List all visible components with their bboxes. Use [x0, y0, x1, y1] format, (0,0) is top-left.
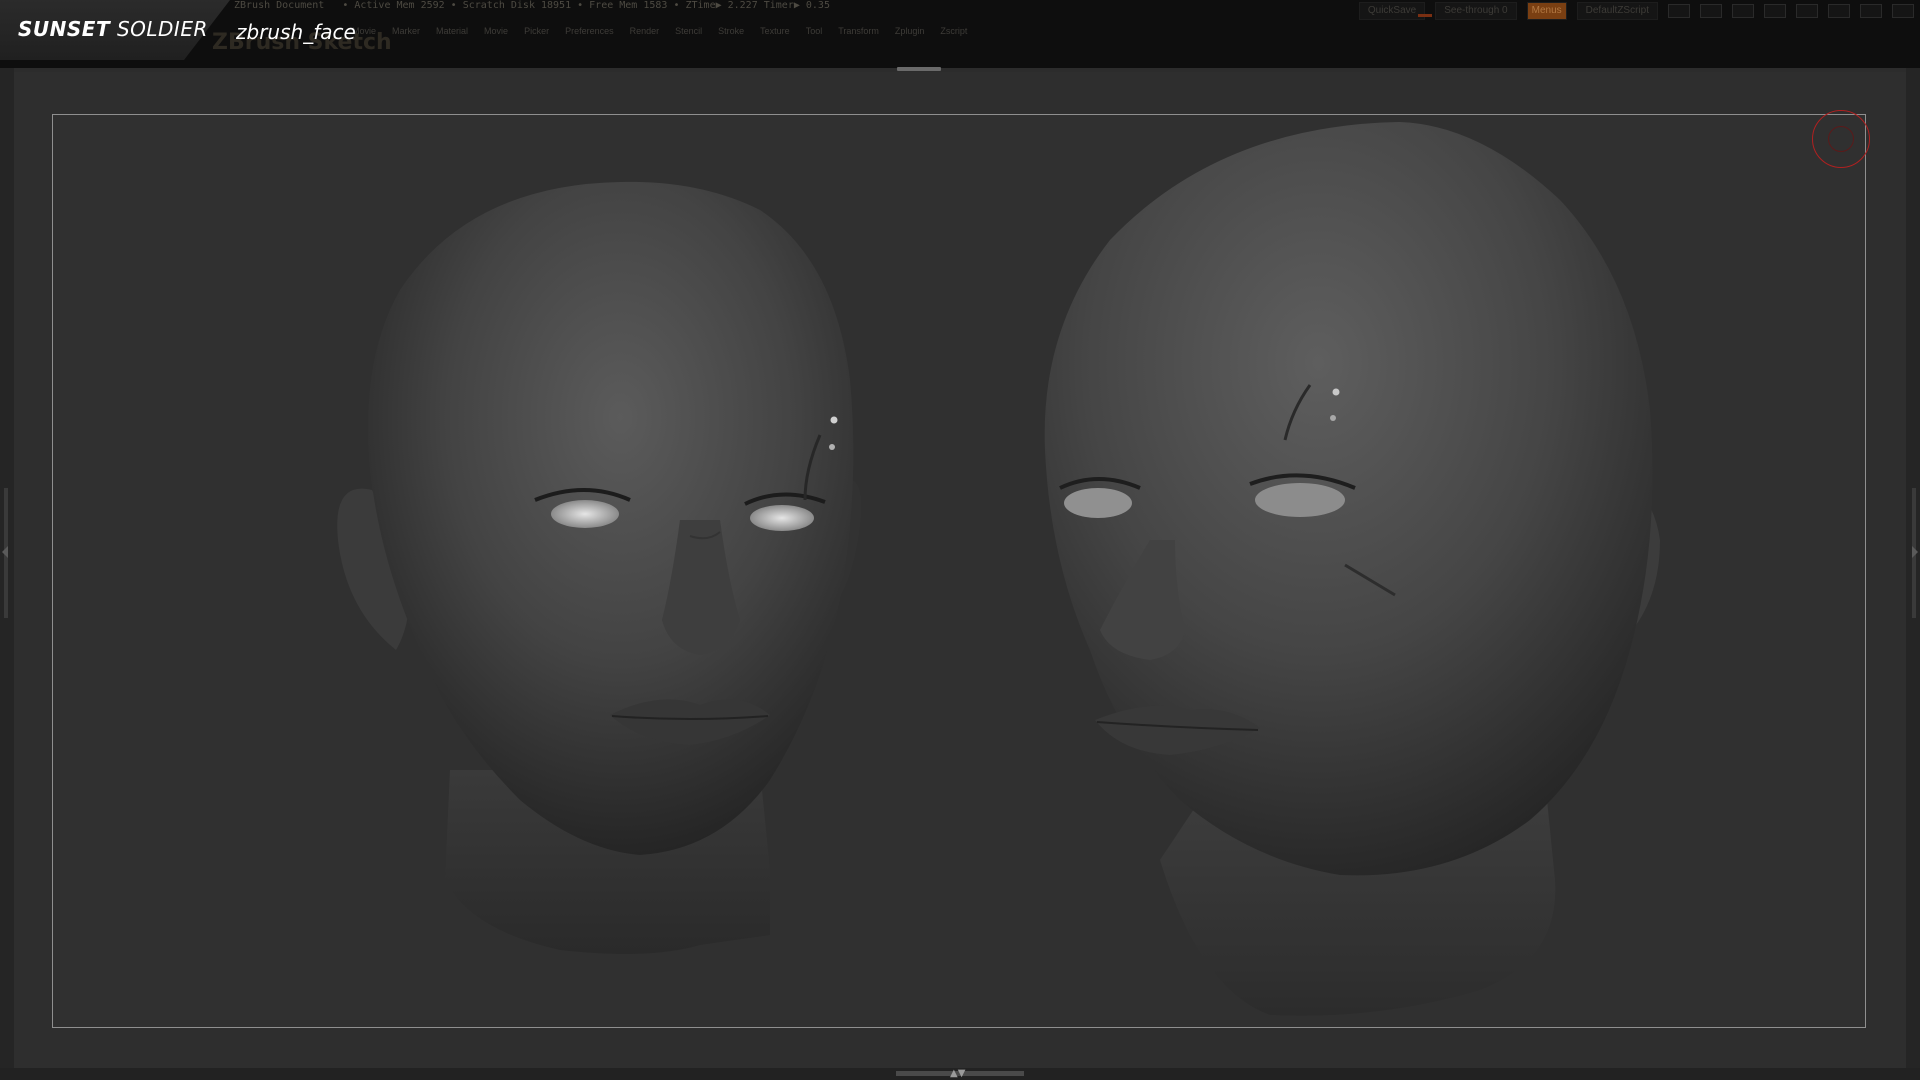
brush-cursor-inner-ring [1828, 126, 1854, 152]
head-front-view[interactable] [337, 181, 862, 954]
eye-right-three-quarter [1255, 483, 1345, 517]
bottom-tray-arrows-icon[interactable]: ▲▼ [950, 1069, 965, 1079]
head-three-quarter-view[interactable] [1044, 122, 1660, 1016]
sculpt-render[interactable] [0, 0, 1920, 1080]
eye-left-front [551, 500, 619, 528]
zbrush-window: ZBrush Document • Active Mem 2592 • Scra… [0, 0, 1920, 1080]
eye-right-front [750, 505, 814, 531]
skull-three-quarter [1044, 122, 1653, 876]
eye-left-three-quarter [1064, 488, 1132, 518]
